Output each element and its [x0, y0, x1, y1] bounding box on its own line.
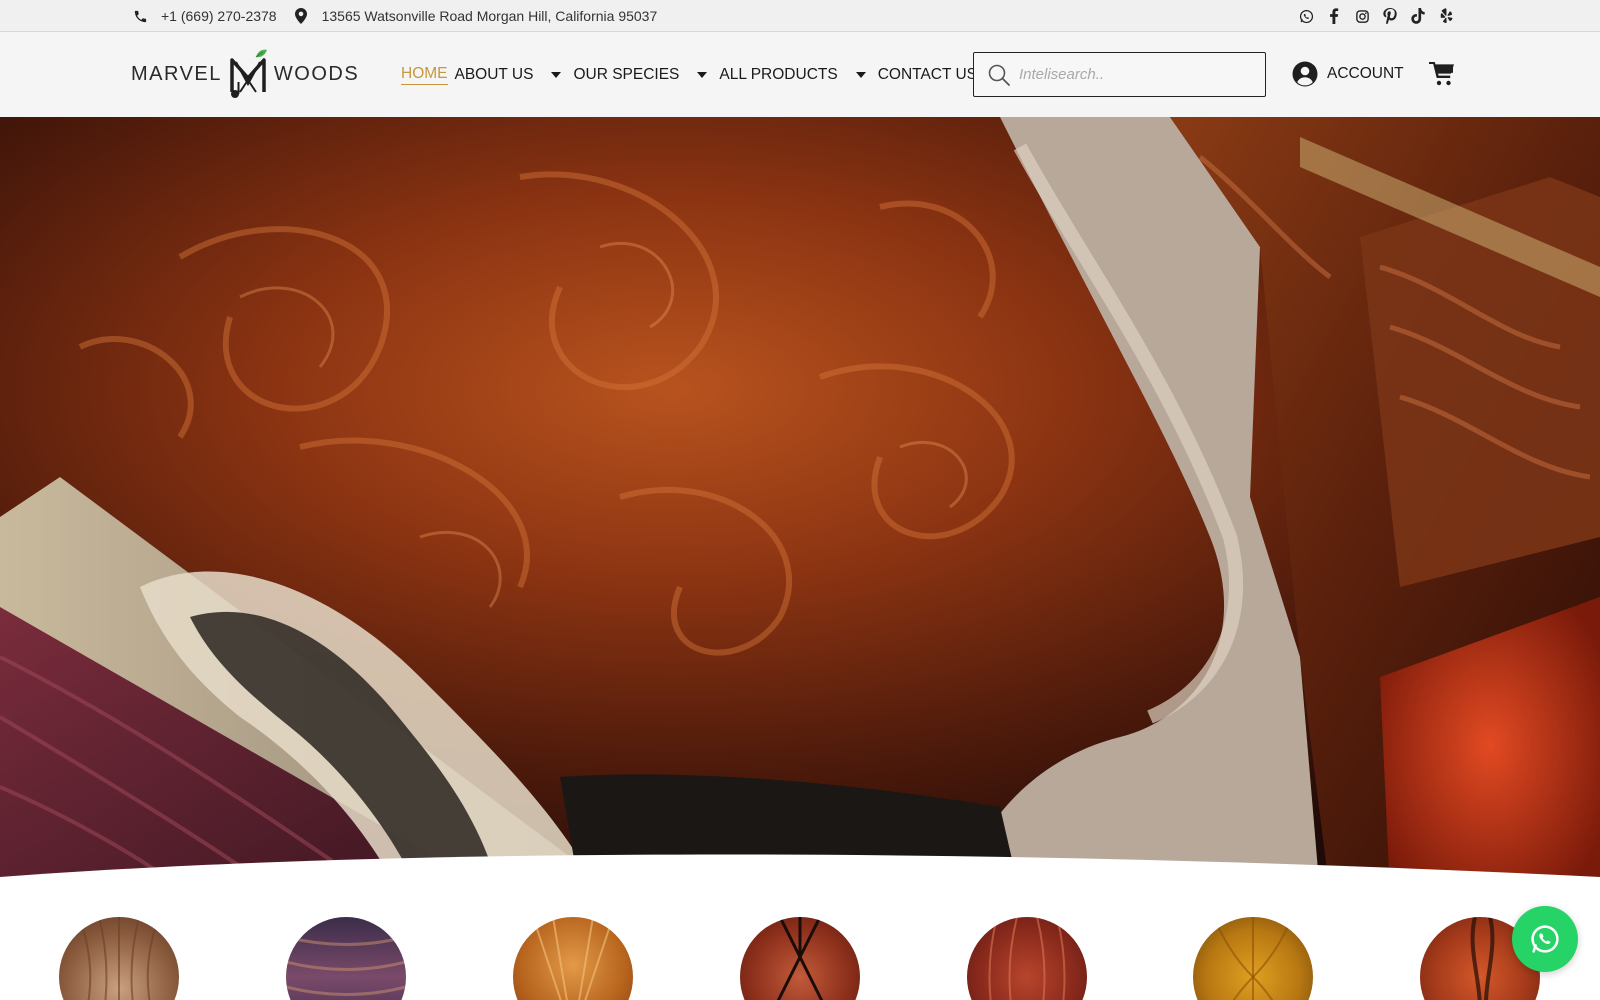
hero-image: [0, 117, 1600, 894]
user-icon: [1292, 61, 1318, 87]
main-navigation: HOME ABOUT US OUR SPECIES ALL PRODUCTS C…: [401, 32, 977, 117]
logo-text-right: WOODS: [273, 62, 360, 85]
facebook-icon[interactable]: [1326, 8, 1342, 24]
search-box[interactable]: [973, 52, 1266, 97]
map-pin-icon: [293, 8, 309, 24]
nav-contact[interactable]: CONTACT US: [878, 66, 977, 84]
instagram-icon[interactable]: [1354, 8, 1370, 24]
nav-products[interactable]: ALL PRODUCTS: [719, 66, 877, 84]
chevron-down-icon[interactable]: [697, 71, 708, 78]
nav-products-label: ALL PRODUCTS: [719, 65, 838, 83]
logo-mark-icon: [230, 49, 267, 98]
whatsapp-icon[interactable]: [1298, 8, 1314, 24]
chevron-down-icon[interactable]: [551, 71, 562, 78]
species-carousel: [0, 895, 1600, 1000]
pinterest-icon[interactable]: [1382, 8, 1398, 24]
site-logo[interactable]: MARVEL WOODS: [131, 48, 359, 100]
account-label: ACCOUNT: [1327, 65, 1404, 82]
main-header: MARVEL WOODS HOME ABOUT US OUR SPECIES A…: [0, 32, 1600, 117]
nav-contact-label: CONTACT US: [877, 65, 978, 83]
nav-about-label: ABOUT US: [454, 65, 534, 83]
species-circle[interactable]: [1193, 917, 1313, 1000]
species-circle[interactable]: [740, 917, 860, 1000]
top-info-bar: +1 (669) 270-2378 13565 Watsonville Road…: [0, 0, 1600, 32]
species-circle[interactable]: [967, 917, 1087, 1000]
nav-about[interactable]: ABOUT US: [455, 66, 574, 84]
search-icon[interactable]: [987, 63, 1011, 87]
phone-number[interactable]: +1 (669) 270-2378: [161, 8, 277, 24]
nav-home-label: HOME: [401, 65, 448, 85]
contact-info: +1 (669) 270-2378 13565 Watsonville Road…: [132, 0, 657, 32]
species-circle[interactable]: [286, 917, 406, 1000]
social-links: [1298, 0, 1454, 32]
logo-text-left: MARVEL: [131, 62, 222, 85]
account-link[interactable]: ACCOUNT: [1292, 61, 1404, 87]
tiktok-icon[interactable]: [1410, 8, 1426, 24]
phone-icon: [132, 8, 148, 24]
search-input[interactable]: [1019, 66, 1239, 83]
nav-home[interactable]: HOME: [401, 65, 448, 85]
whatsapp-chat-button[interactable]: [1512, 906, 1578, 972]
chevron-down-icon[interactable]: [855, 71, 866, 78]
address-text: 13565 Watsonville Road Morgan Hill, Cali…: [321, 8, 658, 24]
species-circle[interactable]: [59, 917, 179, 1000]
yelp-icon[interactable]: [1438, 8, 1454, 24]
nav-species[interactable]: OUR SPECIES: [573, 66, 719, 84]
nav-species-label: OUR SPECIES: [573, 65, 680, 83]
whatsapp-chat-icon: [1531, 925, 1559, 953]
species-circle[interactable]: [513, 917, 633, 1000]
shopping-cart-icon[interactable]: [1429, 62, 1455, 91]
